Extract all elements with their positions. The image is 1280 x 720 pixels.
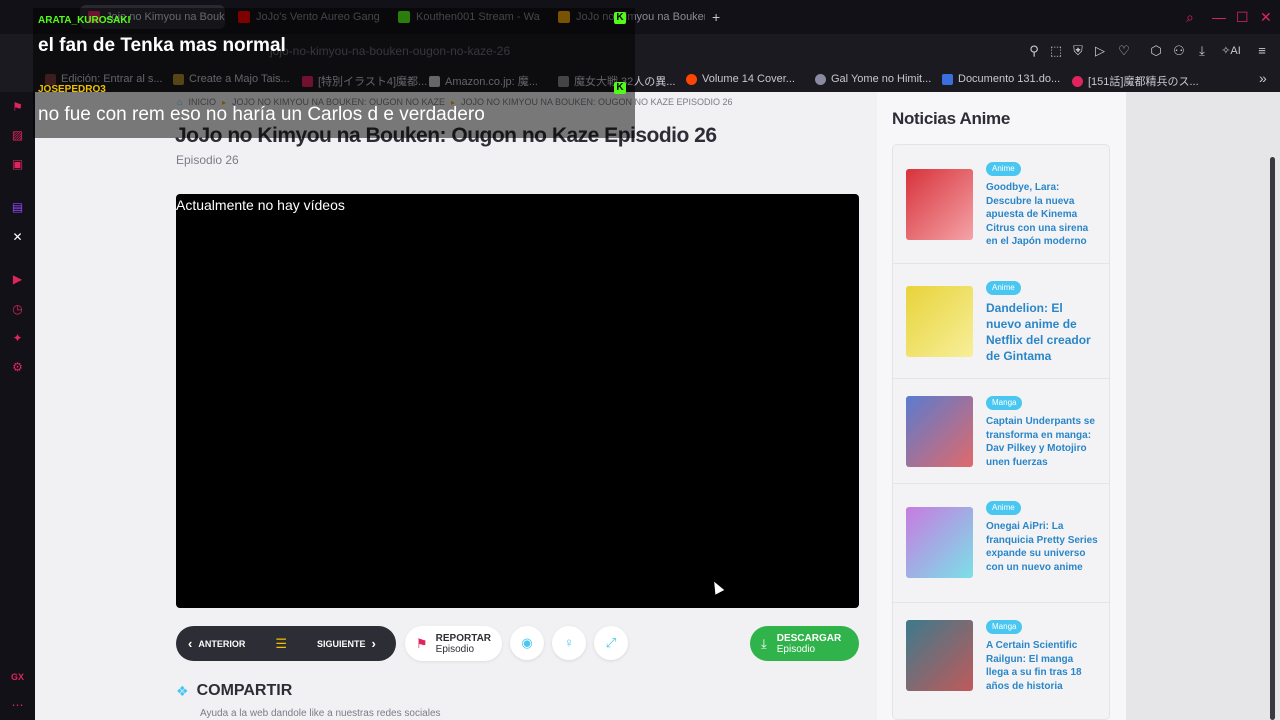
share-section: ❖ COMPARTIR [176, 682, 292, 700]
bookmark-label: Volume 14 Cover... [702, 73, 795, 85]
news-tag: Manga [986, 396, 1023, 410]
main-content: ⌂ INICIO ▸ JOJO NO KIMYOU NA BOUKEN: OUG… [35, 92, 877, 720]
news-headline[interactable]: Onegai AiPri: La franquicia Pretty Serie… [986, 520, 1098, 574]
news-thumbnail [906, 169, 973, 240]
gx-label: GX [10, 672, 24, 682]
chevron-left-icon: ‹ [188, 636, 193, 651]
news-thumbnail [906, 396, 973, 467]
snapshot-icon[interactable]: ⬚ [1048, 43, 1064, 59]
minimize-button[interactable]: — [1212, 9, 1226, 25]
report-sub: Episodio [435, 643, 475, 655]
news-tag: Anime [986, 162, 1021, 176]
expand-icon[interactable]: ⤢ [594, 626, 628, 660]
kick-icon: K [614, 12, 626, 24]
news-tag: Anime [986, 281, 1021, 295]
menu-icon[interactable]: ≡ [1254, 43, 1270, 59]
chevron-right-icon: › [371, 636, 376, 651]
page-margin [1126, 92, 1280, 720]
settings-icon[interactable]: ⚙ [10, 360, 25, 375]
video-player[interactable]: Actualmente no hay vídeos [176, 194, 859, 608]
bookmark-label: Gal Yome no Himit... [831, 73, 932, 85]
news-list: Anime Goodbye, Lara: Descubre la nueva a… [892, 144, 1110, 720]
pin-icon[interactable]: ⚲ [1026, 43, 1042, 59]
flag-icon: ⚑ [416, 635, 428, 651]
episode-nav: ‹ ANTERIOR ☰ SIGUIENTE › [176, 626, 396, 661]
news-item[interactable]: Manga A Certain Scientific Railgun: El m… [893, 603, 1109, 720]
ai-button[interactable]: ✧AI [1218, 43, 1244, 59]
download-icon[interactable]: ⤓ [1194, 43, 1210, 59]
report-title: REPORTAR [435, 632, 492, 644]
share-title: COMPARTIR [196, 682, 293, 699]
x-icon[interactable]: ✕ [10, 230, 25, 245]
messenger-icon[interactable]: ▣ [10, 157, 25, 172]
chat-overlay: ARATA_KUROSAKI el fan de Tenka mas norma… [33, 8, 635, 138]
episode-list-icon[interactable]: ☰ [275, 636, 287, 652]
news-tag: Anime [986, 501, 1021, 515]
player-message: Actualmente no hay vídeos [176, 197, 345, 213]
mouse-cursor-icon [709, 579, 725, 595]
eye-icon[interactable]: ◉ [510, 626, 544, 660]
news-title: Noticias Anime [892, 109, 1010, 128]
chat-username: JOSEPEDRO3 [38, 84, 106, 95]
heart-icon[interactable]: ♡ [1116, 43, 1132, 59]
shield-icon[interactable]: ⛨ [1070, 43, 1086, 59]
kick-icon: K [614, 82, 626, 94]
search-icon[interactable]: ⌕ [1186, 9, 1194, 26]
ai-label: AI [1230, 45, 1241, 57]
extensions-puzzle-icon[interactable]: ⬡ [1148, 43, 1164, 59]
chat-message: no fue con rem eso no haría un Carlos d … [38, 104, 485, 125]
download-title: DESCARGAR [776, 632, 842, 644]
news-thumbnail [906, 286, 973, 357]
twitch-icon[interactable]: ▤ [10, 200, 25, 215]
news-item[interactable]: Anime Dandelion: El nuevo anime de Netfl… [893, 264, 1109, 379]
bookmark-label: [151話]魔都精兵のス... [1088, 76, 1199, 88]
page-subtitle: Episodio 26 [176, 153, 239, 167]
share-subtitle: Ayuda a la web dandole like a nuestras r… [200, 708, 441, 719]
more-icon[interactable]: ⋯ [10, 698, 25, 713]
gx-cleaner-icon[interactable]: ▨ [10, 128, 25, 143]
bookmark-label: Documento 131.do... [958, 73, 1061, 85]
player-icon[interactable]: ▶ [10, 272, 25, 287]
account-icon[interactable]: ⚇ [1171, 43, 1187, 59]
news-item[interactable]: Anime Goodbye, Lara: Descubre la nueva a… [893, 145, 1109, 264]
bookmark-item[interactable]: Gal Yome no Himit... [815, 73, 931, 85]
bookmark-item[interactable]: Documento 131.do... [942, 73, 1060, 85]
report-button[interactable]: ⚑ REPORTAR Episodio [405, 626, 502, 661]
bookmark-item[interactable]: Volume 14 Cover... [686, 73, 795, 85]
chat-username: ARATA_KUROSAKI [38, 15, 131, 26]
news-tag: Manga [986, 620, 1023, 634]
scrollbar[interactable] [1270, 157, 1275, 720]
history-icon[interactable]: ◷ [10, 302, 25, 317]
bookmark-item[interactable]: [151話]魔都精兵のス... [1072, 73, 1199, 89]
maximize-button[interactable]: ☐ [1236, 9, 1249, 26]
news-item[interactable]: Anime Onegai AiPri: La franquicia Pretty… [893, 484, 1109, 603]
web-page: ⌂ INICIO ▸ JOJO NO KIMYOU NA BOUKEN: OUG… [35, 92, 1280, 720]
browser-sidebar: ◯ ◔ ⚑ ▨ ▣ ▤ ✕ ▶ ◷ ✦ ⚙ GX ⋯ [0, 0, 35, 720]
previous-button[interactable]: ‹ ANTERIOR [188, 636, 245, 651]
news-headline[interactable]: Captain Underpants se transforma en mang… [986, 415, 1098, 469]
new-tab-button[interactable]: + [712, 9, 720, 25]
news-item[interactable]: Manga Captain Underpants se transforma e… [893, 379, 1109, 484]
bookmarks-more-icon[interactable]: » [1259, 70, 1267, 86]
close-button[interactable]: ✕ [1260, 9, 1272, 26]
download-button[interactable]: ⤓ DESCARGAR Episodio [750, 626, 859, 661]
download-sub: Episodio [776, 643, 816, 655]
news-headline[interactable]: Dandelion: El nuevo anime de Netflix del… [986, 300, 1098, 364]
play-icon[interactable]: ▷ [1092, 43, 1108, 59]
news-thumbnail [906, 507, 973, 578]
next-label: SIGUIENTE [317, 638, 366, 649]
news-headline[interactable]: Goodbye, Lara: Descubre la nueva apuesta… [986, 181, 1098, 249]
extensions-icon[interactable]: ✦ [10, 331, 25, 346]
chat-message: el fan de Tenka mas normal [38, 35, 286, 56]
gx-control-icon[interactable]: ⚑ [10, 100, 25, 115]
lightbulb-icon[interactable]: ♀ [552, 626, 586, 660]
share-icon: ❖ [176, 682, 189, 699]
news-headline[interactable]: A Certain Scientific Railgun: El manga l… [986, 639, 1098, 693]
news-thumbnail [906, 620, 973, 691]
download-icon: ⤓ [761, 635, 767, 651]
news-sidebar: Noticias Anime Anime Goodbye, Lara: Desc… [877, 92, 1126, 720]
next-button[interactable]: SIGUIENTE › [317, 636, 376, 651]
previous-label: ANTERIOR [198, 638, 246, 649]
